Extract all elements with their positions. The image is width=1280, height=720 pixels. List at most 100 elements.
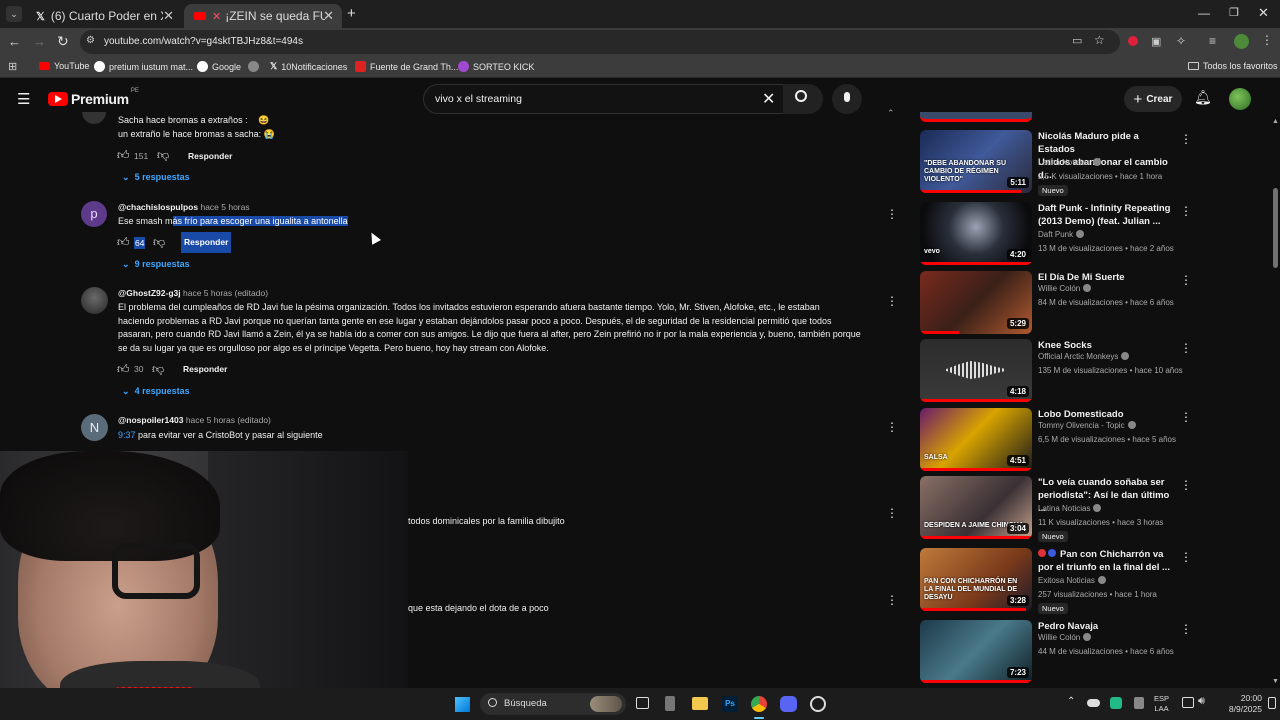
related-video-item[interactable]: 7:23 Pedro Navaja Willie Colón 44 M de v… [920,620,1260,684]
network-icon[interactable] [1182,697,1194,708]
close-tab-icon[interactable]: ✕ [163,8,174,24]
url-bar[interactable]: ⚙ youtube.com/watch?v=g4sktTBJHz8&t=494s… [80,30,1120,54]
show-hidden-icons[interactable]: ⌃ [1067,696,1075,707]
channel-name[interactable]: Willie Colón [1038,633,1092,642]
restore-button[interactable]: ❐ [1229,6,1239,19]
channel-name[interactable]: Tommy Olivencia - Topic [1038,421,1136,430]
comment-author[interactable]: @nospoiler1403 hace 5 horas (editado) [118,415,271,425]
video-thumbnail[interactable]: 4:18 [920,339,1032,402]
avatar[interactable] [82,112,106,124]
bookmark-google[interactable]: Google [197,61,241,72]
avatar[interactable] [81,287,108,314]
tray-app-icon[interactable] [1134,697,1144,709]
tray-app-icon[interactable] [1110,697,1122,709]
clock[interactable]: 20:00 8/9/2025 [1222,693,1262,715]
related-video-item[interactable]: 5:29 El Día De Mi Suerte Willie Colón 84… [920,271,1260,335]
video-title[interactable]: Knee Socks [1038,339,1178,352]
app-icon[interactable] [665,696,675,711]
scroll-up-icon[interactable]: ▲ [1272,118,1279,125]
back-arrow-icon[interactable]: ← [8,34,21,49]
video-thumbnail[interactable]: 7:23 [920,620,1032,683]
minimize-button[interactable]: — [1198,6,1210,20]
avatar[interactable]: N [81,414,108,441]
file-explorer-icon[interactable] [692,697,708,710]
reload-icon[interactable]: ↻ [57,33,69,50]
video-thumbnail[interactable]: 5:29 [920,271,1032,334]
search-input[interactable]: vivo x el streaming ✕ [423,84,789,114]
comment-menu-icon[interactable]: ⋮ [886,207,898,221]
video-menu-icon[interactable]: ⋮ [1180,622,1192,636]
video-thumbnail[interactable]: SALSA 4:51 [920,408,1032,471]
video-thumbnail[interactable]: PAN CON CHICHARRÓN EN LA FINAL DEL MUNDI… [920,548,1032,611]
scrollbar[interactable]: ▲ ▼ [1271,118,1280,688]
hamburger-menu-icon[interactable]: ☰ [17,90,30,108]
video-menu-icon[interactable]: ⋮ [1180,204,1192,218]
extension-icon[interactable]: ▣ [1151,35,1161,48]
channel-name[interactable]: Exitosa Noticias [1038,576,1106,585]
comment-menu-icon[interactable]: ⋮ [886,506,898,520]
scrollbar-thumb[interactable] [1273,188,1278,268]
comment-author[interactable]: @GhostZ92-g3j hace 5 horas (editado) [118,288,268,298]
comment-menu-icon[interactable]: ⋮ [886,420,898,434]
video-thumbnail[interactable]: "DEBE ABANDONAR SU CAMBIO DE RÉGIMEN VIO… [920,130,1032,193]
video-thumbnail[interactable]: vevo 4:20 [920,202,1032,265]
related-video-item[interactable]: DESPIDEN A JAIME CHINCHA 3:04 "Lo veía c… [920,476,1260,542]
cloud-icon[interactable] [1087,699,1100,707]
dislike-button[interactable]: 👎︎ [153,235,165,250]
windows-start-icon[interactable] [455,697,470,712]
video-menu-icon[interactable]: ⋮ [1180,341,1192,355]
related-video-item[interactable]: "DEBE ABANDONAR SU CAMBIO DE RÉGIMEN VIO… [920,130,1260,196]
profile-avatar-icon[interactable] [1234,34,1249,49]
video-menu-icon[interactable]: ⋮ [1180,478,1192,492]
search-button[interactable] [783,84,823,114]
bookmark-sorteo[interactable]: SORTEO KICK [458,61,534,72]
volume-icon[interactable]: 🔊︎ [1198,695,1205,708]
show-replies-button[interactable]: ⌄ 5 respuestas [122,172,190,183]
task-view-icon[interactable] [636,697,649,709]
like-button[interactable]: 👍︎ [117,362,130,377]
reading-list-icon[interactable]: ≡ [1209,34,1216,48]
comment-menu-icon[interactable]: ⋮ [886,294,898,308]
video-title[interactable]: Pan con Chicharrón va por el triunfo en l… [1038,548,1178,574]
tab-cuarto-poder[interactable]: 𝕏 (6) Cuarto Poder en X: "#Cuarto ✕ [26,4,182,28]
channel-name[interactable]: Latina Noticias [1038,158,1102,167]
avatar[interactable]: p [81,201,107,227]
photoshop-icon[interactable]: Ps [722,696,738,712]
close-window-button[interactable]: ✕ [1258,5,1269,21]
channel-name[interactable]: Official Arctic Monkeys [1038,352,1130,361]
chrome-icon[interactable] [751,696,767,712]
like-button[interactable]: 👍︎ [117,235,130,250]
taskbar-search[interactable]: Búsqueda [480,693,626,715]
browser-menu-icon[interactable]: ⋮ [1261,33,1273,47]
cast-icon[interactable]: ▭ [1072,34,1082,47]
reply-button[interactable]: Responder [181,232,232,253]
video-title[interactable]: Daft Punk - Infinity Repeating (2013 Demo… [1038,202,1178,228]
voice-search-button[interactable] [832,84,862,114]
bookmark-fuente[interactable]: Fuente de Grand Th... [355,61,458,72]
new-tab-button[interactable]: + [347,5,356,22]
video-title[interactable]: Pedro Navaja [1038,620,1178,633]
account-avatar[interactable] [1229,88,1251,110]
timestamp-link[interactable]: 9:37 [118,430,136,440]
bookmark-star-icon[interactable]: ☆ [1094,33,1105,47]
language-indicator[interactable]: ESP LAA [1154,694,1169,714]
notifications-bell-icon[interactable]: 🔔︎ [1194,89,1212,106]
show-replies-button[interactable]: ⌄ 9 respuestas [122,259,190,270]
related-video-item[interactable]: vevo 4:20 Daft Punk - Infinity Repeating… [920,202,1260,266]
video-thumbnail[interactable]: DESPIDEN A JAIME CHINCHA 3:04 [920,476,1032,539]
channel-name[interactable]: Willie Colón [1038,284,1092,293]
create-button[interactable]: + Crear [1124,86,1182,112]
all-favorites-folder[interactable]: Todos los favoritos [1188,61,1278,71]
show-replies-button[interactable]: ⌄ 4 respuestas [122,386,190,397]
video-title[interactable]: Lobo Domesticado [1038,408,1178,421]
dislike-button[interactable]: 👎︎ [152,362,164,377]
site-info-icon[interactable]: ⚙ [86,35,95,46]
notification-center-icon[interactable] [1268,697,1276,709]
dislike-button[interactable]: 👎︎ [157,148,169,163]
bookmark-pretium[interactable]: pretium iustum mat... [94,61,193,72]
discord-icon[interactable] [780,696,797,712]
channel-name[interactable]: Latina Noticias [1038,504,1102,513]
comment-menu-icon[interactable]: ⋮ [886,593,898,607]
bookmark-notificaciones[interactable]: 𝕏 10Notificaciones [270,61,347,72]
tab-search-chevron-icon[interactable]: ⌄ [6,6,22,22]
